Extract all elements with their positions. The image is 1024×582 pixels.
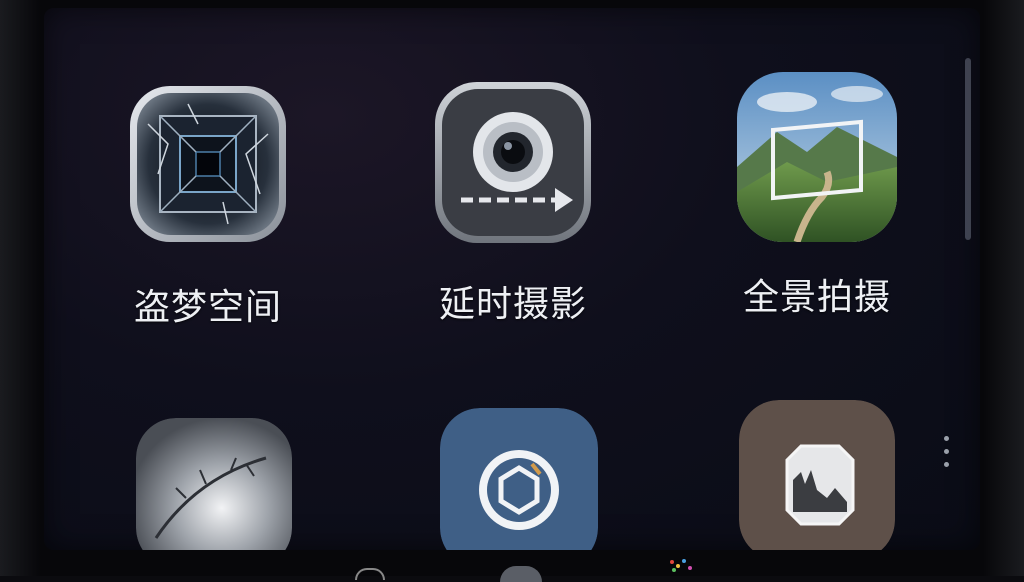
app-label: 盗梦空间 (133, 287, 282, 328)
app-timelapse[interactable]: 延时摄影 (393, 80, 633, 327)
camera-modes-screen: 盗梦空间 延时摄影 全景拍摄 (44, 8, 980, 550)
app-inception[interactable]: 盗梦空间 (88, 84, 328, 330)
monochrome-photo-icon (739, 400, 895, 550)
timelapse-camera-icon (433, 80, 593, 245)
scrollbar[interactable] (965, 58, 971, 240)
back-icon[interactable] (355, 568, 385, 580)
app-label: 延时摄影 (438, 284, 587, 325)
app-monochrome-photo[interactable] (697, 400, 937, 550)
app-label: 全景拍摄 (742, 277, 891, 318)
app-panorama[interactable]: 全景拍摄 (697, 72, 937, 320)
panorama-landscape-icon (737, 72, 897, 242)
cracked-glass-icon (136, 418, 292, 550)
more-options-icon[interactable] (944, 436, 949, 475)
app-hexagon-lens[interactable] (399, 408, 639, 550)
colorful-notification-icon (664, 556, 704, 576)
home-icon[interactable] (500, 566, 542, 582)
app-cracked-glass[interactable] (94, 418, 334, 550)
hexagon-lens-icon (440, 408, 598, 550)
inception-cube-icon (128, 84, 288, 244)
